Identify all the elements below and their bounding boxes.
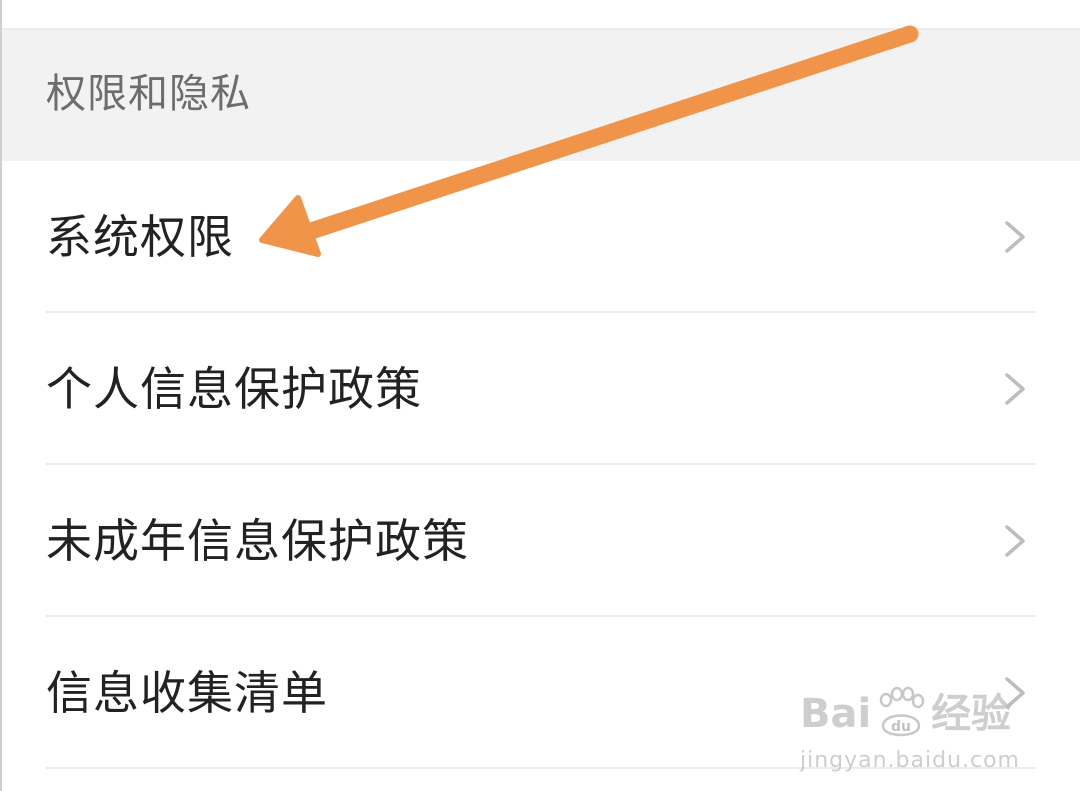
chevron-right-icon <box>1005 677 1025 709</box>
list-item-label: 个人信息保护政策 <box>46 362 422 416</box>
screen: 权限和隐私 系统权限 个人信息保护政策 未成年信息保护政策 信息收集清单 Bai… <box>0 0 1080 791</box>
list-item-label: 系统权限 <box>46 210 234 264</box>
section-title: 权限和隐私 <box>46 71 251 117</box>
list-item-system-permissions[interactable]: 系统权限 <box>0 161 1080 313</box>
section-header: 权限和隐私 <box>0 28 1080 161</box>
chevron-right-icon <box>1005 525 1025 557</box>
divider <box>46 767 1036 769</box>
settings-list: 系统权限 个人信息保护政策 未成年信息保护政策 信息收集清单 <box>0 161 1080 769</box>
chevron-right-icon <box>1005 221 1025 253</box>
chevron-right-icon <box>1005 373 1025 405</box>
top-strip <box>0 0 1080 28</box>
list-item-minor-info-policy[interactable]: 未成年信息保护政策 <box>0 465 1080 617</box>
list-item-label: 未成年信息保护政策 <box>46 514 469 568</box>
list-item-label: 信息收集清单 <box>46 666 328 720</box>
list-item-personal-info-policy[interactable]: 个人信息保护政策 <box>0 313 1080 465</box>
list-item-info-collection-list[interactable]: 信息收集清单 <box>0 617 1080 769</box>
left-edge-border <box>0 0 2 791</box>
